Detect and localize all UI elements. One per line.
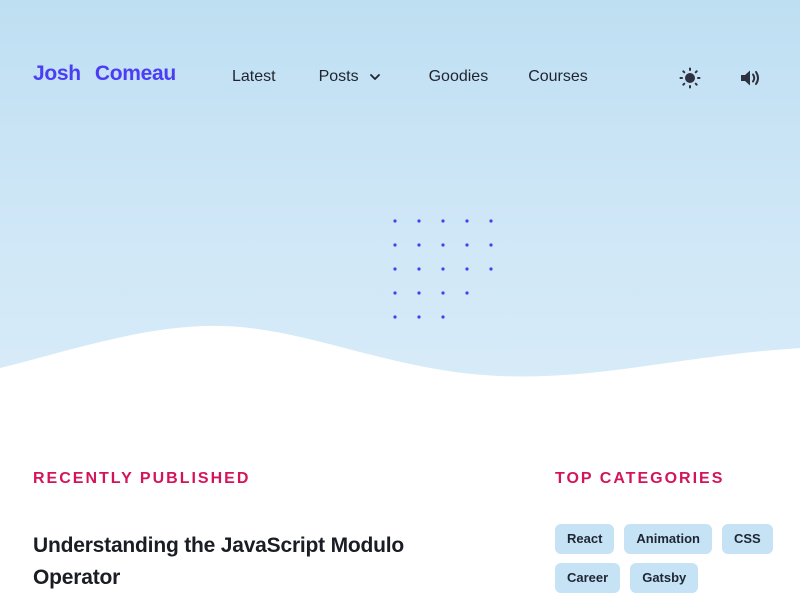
logo-first-name: Josh	[33, 62, 81, 85]
site-logo[interactable]: Josh Comeau	[33, 62, 176, 86]
nav-courses[interactable]: Courses	[528, 68, 588, 86]
dot-grid-decoration	[393, 219, 493, 319]
sun-icon[interactable]	[678, 66, 702, 90]
nav-posts-label: Posts	[318, 68, 359, 85]
category-tag-list: React Animation CSS Career Gatsby	[555, 524, 785, 593]
category-tag-animation[interactable]: Animation	[624, 524, 712, 554]
category-tag-react[interactable]: React	[555, 524, 615, 554]
page: Josh Comeau Latest Posts Goodies Courses	[0, 0, 800, 600]
main-nav: Latest Posts Goodies Courses	[232, 68, 588, 86]
site-header: Josh Comeau Latest Posts Goodies Courses	[0, 0, 800, 156]
nav-latest[interactable]: Latest	[232, 68, 276, 86]
speaker-icon[interactable]	[738, 66, 762, 90]
category-tag-career[interactable]: Career	[555, 563, 621, 593]
nav-goodies[interactable]: Goodies	[429, 68, 489, 86]
header-actions	[678, 66, 762, 90]
chevron-down-icon	[369, 74, 380, 80]
recently-published-heading: Recently Published	[33, 470, 251, 487]
top-categories-heading: Top Categories	[555, 470, 725, 487]
logo-last-name: Comeau	[94, 62, 176, 85]
post-title-link[interactable]: Understanding the JavaScript Modulo Oper…	[33, 530, 453, 594]
nav-posts[interactable]: Posts	[319, 68, 381, 86]
category-tag-gatsby[interactable]: Gatsby	[630, 563, 699, 593]
category-tag-css[interactable]: CSS	[721, 524, 773, 554]
